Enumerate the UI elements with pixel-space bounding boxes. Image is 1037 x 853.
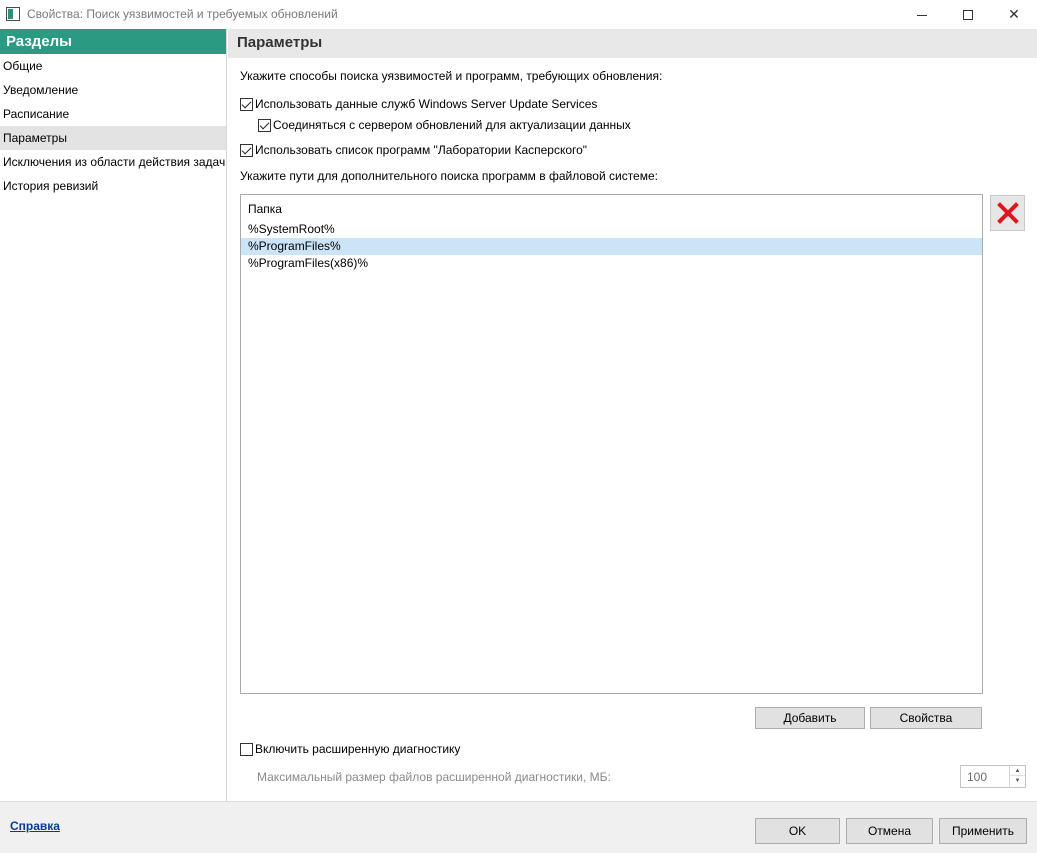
apply-button[interactable]: Применить <box>939 818 1027 844</box>
connect-server-checkbox-box[interactable] <box>258 118 271 132</box>
paths-label: Укажите пути для дополнительного поиска … <box>240 169 658 183</box>
kaspersky-list-checkbox-label: Использовать список программ "Лаборатори… <box>255 143 588 157</box>
connect-server-checkbox-label: Соединяться с сервером обновлений для ак… <box>273 118 631 132</box>
minimize-button[interactable] <box>899 0 945 29</box>
folders-list[interactable]: Папка %SystemRoot% %ProgramFiles% %Progr… <box>240 194 983 694</box>
max-size-stepper[interactable]: 100 ▲ ▼ <box>960 765 1026 788</box>
intro-label: Укажите способы поиска уязвимостей и про… <box>240 69 663 83</box>
delete-icon <box>996 202 1019 224</box>
close-icon: ✕ <box>1008 6 1020 22</box>
wsus-checkbox-label: Использовать данные служб Windows Server… <box>255 97 598 111</box>
ok-button[interactable]: OK <box>755 818 840 844</box>
sidebar-item-revision-history[interactable]: История ревизий <box>0 174 226 198</box>
delete-folder-button[interactable] <box>990 195 1025 231</box>
list-item[interactable]: %SystemRoot% <box>241 221 982 238</box>
sidebar: Разделы Общие Уведомление Расписание Пар… <box>0 29 227 801</box>
stepper-arrows: ▲ ▼ <box>1009 766 1025 787</box>
stepper-down-button[interactable]: ▼ <box>1010 776 1025 786</box>
kaspersky-list-checkbox[interactable]: Использовать список программ "Лаборатори… <box>240 143 587 157</box>
chevron-up-icon: ▲ <box>1014 767 1021 774</box>
kaspersky-list-checkbox-box[interactable] <box>240 143 253 157</box>
minimize-icon <box>917 14 927 16</box>
diagnostics-checkbox[interactable]: Включить расширенную диагностику <box>240 742 460 756</box>
stepper-up-button[interactable]: ▲ <box>1010 766 1025 776</box>
sidebar-item-general[interactable]: Общие <box>0 54 226 78</box>
window-title: Свойства: Поиск уязвимостей и требуемых … <box>27 7 338 21</box>
add-button[interactable]: Добавить <box>755 707 865 729</box>
chevron-down-icon: ▼ <box>1014 778 1021 784</box>
diagnostics-checkbox-box[interactable] <box>240 742 253 756</box>
list-item[interactable]: %ProgramFiles(x86)% <box>241 255 982 272</box>
sidebar-item-schedule[interactable]: Расписание <box>0 102 226 126</box>
app-window-icon <box>6 7 20 21</box>
max-size-label: Максимальный размер файлов расширенной д… <box>257 770 611 784</box>
sidebar-header: Разделы <box>0 29 226 54</box>
maximize-button[interactable] <box>945 0 991 29</box>
sidebar-item-parameters[interactable]: Параметры <box>0 126 226 150</box>
sidebar-item-exclusions[interactable]: Исключения из области действия задачи <box>0 150 226 174</box>
help-link[interactable]: Справка <box>10 819 60 833</box>
connect-server-checkbox[interactable]: Соединяться с сервером обновлений для ак… <box>258 118 631 132</box>
cancel-button[interactable]: Отмена <box>846 818 933 844</box>
diagnostics-checkbox-label: Включить расширенную диагностику <box>255 742 461 756</box>
list-item[interactable]: %ProgramFiles% <box>241 238 982 255</box>
title-bar: Свойства: Поиск уязвимостей и требуемых … <box>0 0 1037 29</box>
sidebar-item-notification[interactable]: Уведомление <box>0 78 226 102</box>
wsus-checkbox[interactable]: Использовать данные служб Windows Server… <box>240 97 597 111</box>
folders-column-header[interactable]: Папка <box>248 202 282 216</box>
maximize-icon <box>963 10 973 21</box>
section-title: Параметры <box>228 29 1037 58</box>
wsus-checkbox-box[interactable] <box>240 97 253 111</box>
close-button[interactable]: ✕ <box>991 0 1037 29</box>
max-size-value[interactable]: 100 <box>967 770 987 784</box>
properties-button[interactable]: Свойства <box>870 707 982 729</box>
